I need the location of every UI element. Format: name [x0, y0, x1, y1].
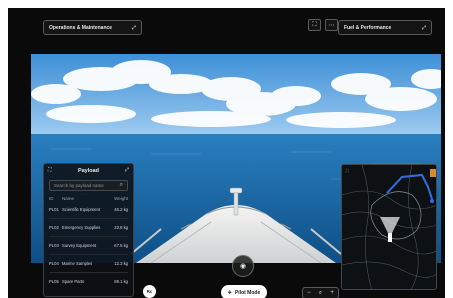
- payload-name: Marine Samples: [62, 261, 93, 266]
- zoom-out-button[interactable]: −: [307, 290, 311, 296]
- airplane-icon: ✈: [227, 289, 232, 296]
- operations-maintenance-label: Operations & Maintenance: [49, 24, 113, 31]
- pilot-mode-label: Pilot Mode: [234, 289, 261, 296]
- fuel-performance-label: Fuel & Performance: [344, 24, 392, 31]
- table-row[interactable]: PL03 Survey Equipment 67.5 kg: [49, 236, 128, 254]
- app-screen: Operations & Maintenance ⤢ ⛶ ⋯ Fuel & Pe…: [8, 8, 445, 298]
- table-row[interactable]: PL01 Scientific Equipment 45.2 kg: [49, 201, 128, 218]
- waypoint-marker[interactable]: [430, 199, 434, 203]
- payload-search-input[interactable]: Search by payload name ⌕: [49, 180, 128, 191]
- rc-button[interactable]: Rc: [143, 285, 156, 298]
- payload-weight: 89.1 kg: [114, 279, 128, 284]
- column-header-name: Name: [62, 196, 75, 201]
- payload-panel-header: ⛶ Payload ⤢: [44, 164, 133, 178]
- nautical-chart: ⛶: [342, 165, 436, 289]
- payload-name: Emergency Supplies: [62, 225, 101, 230]
- payload-title: Payload: [77, 168, 100, 174]
- fuel-performance-dropdown[interactable]: Fuel & Performance ⤢: [338, 20, 432, 35]
- zoom-control: − ⌕ +: [302, 287, 339, 298]
- column-header-weight: Weight: [114, 196, 128, 201]
- payload-name: Survey Equipment: [62, 243, 97, 248]
- payload-weight: 23.8 kg: [114, 225, 128, 230]
- fullscreen-icon[interactable]: ⛶: [346, 168, 349, 173]
- map-alert-icon[interactable]: [430, 169, 436, 177]
- table-row[interactable]: PL04 Marine Samples 12.3 kg: [49, 254, 128, 272]
- column-header-id: ID: [49, 196, 54, 201]
- payload-weight: 45.2 kg: [114, 207, 128, 212]
- search-placeholder: Search by payload name: [54, 183, 104, 188]
- more-options-icon[interactable]: ⋯: [325, 19, 338, 31]
- zoom-in-button[interactable]: +: [330, 290, 334, 296]
- payload-table-body: PL01 Scientific Equipment 45.2 kg PL02 E…: [44, 201, 133, 290]
- fullscreen-icon[interactable]: ⛶: [308, 19, 321, 31]
- payload-weight: 67.5 kg: [114, 243, 128, 248]
- payload-weight: 12.3 kg: [114, 261, 128, 266]
- map-toolbar: ⛶: [346, 168, 349, 173]
- payload-id: PL05: [49, 279, 59, 284]
- pilot-mode-button[interactable]: ✈ Pilot Mode: [221, 285, 267, 298]
- payload-table-header: ID Name Weight: [49, 196, 128, 201]
- payload-name: Scientific Equipment: [62, 207, 100, 212]
- payload-id: PL03: [49, 243, 59, 248]
- fullscreen-icon[interactable]: ⛶: [48, 167, 52, 173]
- operations-maintenance-dropdown[interactable]: Operations & Maintenance ⤢: [43, 20, 142, 35]
- expand-arrow-icon: ⤢: [131, 24, 136, 31]
- payload-id: PL02: [49, 225, 59, 230]
- table-row[interactable]: PL02 Emergency Supplies 23.8 kg: [49, 218, 128, 236]
- rc-label: Rc: [146, 289, 153, 294]
- expand-arrow-icon: ⤢: [421, 24, 426, 31]
- payload-name: Spare Parts: [62, 279, 85, 284]
- gimbal-control-icon[interactable]: ◉: [232, 255, 254, 277]
- payload-id: PL01: [49, 207, 59, 212]
- vessel-icon: [388, 233, 392, 242]
- payload-id: PL04: [49, 261, 59, 266]
- navigation-map[interactable]: ⛶: [341, 164, 437, 290]
- payload-panel: ⛶ Payload ⤢ Search by payload name ⌕ ID …: [43, 163, 134, 297]
- table-row[interactable]: PL05 Spare Parts 89.1 kg: [49, 272, 128, 290]
- expand-arrow-icon[interactable]: ⤢: [125, 167, 129, 173]
- zoom-search-icon[interactable]: ⌕: [319, 290, 322, 297]
- search-icon[interactable]: ⌕: [120, 182, 123, 189]
